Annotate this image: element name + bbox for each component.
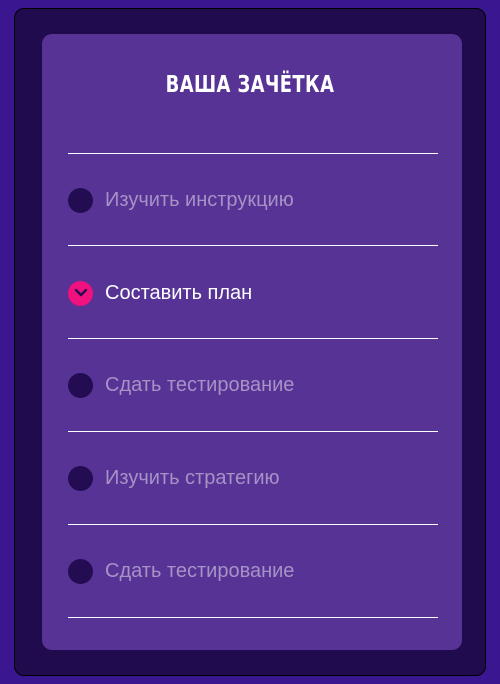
list-item[interactable]: Сдать тестирование — [68, 551, 438, 591]
divider — [68, 338, 438, 339]
list-item-label: Сдать тестирование — [105, 373, 295, 396]
divider — [68, 431, 438, 432]
list-item[interactable]: Сдать тестирование — [68, 365, 438, 405]
list-item-label: Изучить стратегию — [105, 466, 280, 489]
divider — [68, 617, 438, 618]
list-item[interactable]: Изучить инструкцию — [68, 180, 438, 220]
divider — [68, 524, 438, 525]
circle-bullet-icon — [68, 465, 93, 491]
list-item-label: Составить план — [105, 281, 253, 304]
list-item-label: Изучить инструкцию — [105, 188, 294, 211]
divider — [68, 245, 438, 246]
circle-bullet-icon — [68, 372, 93, 398]
divider — [68, 153, 438, 154]
chevron-down-icon[interactable] — [68, 280, 93, 306]
list-item[interactable]: Изучить стратегию — [68, 458, 438, 498]
list-item[interactable]: Составить план — [68, 273, 438, 313]
card-title: ВАША ЗАЧЁТКА — [165, 72, 335, 98]
circle-bullet-icon — [68, 187, 93, 213]
circle-bullet-icon — [68, 558, 93, 584]
list-item-label: Сдать тестирование — [105, 559, 295, 582]
